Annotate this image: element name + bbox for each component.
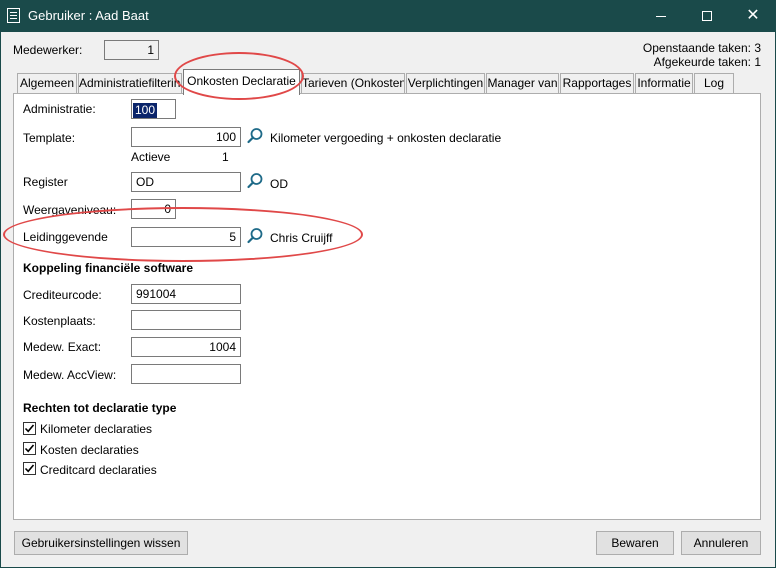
tab-rapportages[interactable]: Rapportages (560, 73, 634, 93)
weergaveniveau-label: Weergaveniveau: (23, 203, 117, 217)
title-bar: Gebruiker : Aad Baat ✕ (0, 0, 776, 32)
administratie-value: 100 (133, 103, 158, 118)
administratie-label: Administratie: (23, 102, 96, 116)
checkmark-icon (24, 444, 35, 453)
actieve-value: 1 (222, 150, 229, 164)
creditcard-checkbox-label[interactable]: Creditcard declaraties (40, 463, 157, 477)
close-button[interactable]: ✕ (730, 0, 776, 32)
tab-administratiefiltering[interactable]: Administratiefiltering (78, 73, 182, 93)
kostenplaats-field[interactable] (131, 310, 241, 330)
checkmark-icon (24, 424, 35, 433)
kosten-checkbox[interactable] (23, 442, 36, 455)
medew-exact-label: Medew. Exact: (23, 340, 102, 354)
tab-onkosten-declaratie[interactable]: Onkosten Declaratie (183, 69, 300, 95)
template-search-icon[interactable] (246, 127, 264, 145)
leidinggevende-field[interactable]: 5 (131, 227, 241, 247)
actieve-label: Actieve (131, 150, 171, 164)
rechten-section-title: Rechten tot declaratie type (23, 401, 177, 415)
medew-exact-field[interactable]: 1004 (131, 337, 241, 357)
medewerker-field[interactable]: 1 (104, 40, 159, 60)
template-description: Kilometer vergoeding + onkosten declarat… (270, 131, 502, 145)
maximize-button[interactable] (684, 0, 730, 32)
tab-verplichtingen[interactable]: Verplichtingen (406, 73, 485, 93)
administratie-field[interactable]: 100 (131, 99, 176, 119)
minimize-button[interactable] (638, 0, 684, 32)
register-description: OD (270, 177, 288, 191)
window-title: Gebruiker : Aad Baat (28, 8, 149, 23)
template-label: Template: (23, 131, 76, 145)
crediteurcode-label: Crediteurcode: (23, 288, 102, 302)
crediteurcode-field[interactable]: 991004 (131, 284, 241, 304)
tab-log[interactable]: Log (694, 73, 734, 93)
cancel-button[interactable]: Annuleren (681, 531, 761, 555)
maximize-icon (702, 11, 712, 21)
leidinggevende-search-icon[interactable] (246, 227, 264, 245)
medew-accview-field[interactable] (131, 364, 241, 384)
medewerker-label: Medewerker: (13, 43, 83, 57)
leidinggevende-label: Leidinggevende (23, 230, 108, 244)
tab-informatie[interactable]: Informatie (635, 73, 693, 93)
kilometer-checkbox-label[interactable]: Kilometer declaraties (40, 422, 152, 436)
tab-manager-van[interactable]: Manager van (486, 73, 559, 93)
form-icon (7, 8, 20, 23)
kostenplaats-label: Kostenplaats: (23, 314, 96, 328)
register-label: Register (23, 175, 68, 189)
openstaande-taken: Openstaande taken: 3 (642, 41, 761, 55)
afgekeurde-taken: Afgekeurde taken: 1 (653, 55, 761, 69)
tab-algemeen[interactable]: Algemeen (17, 73, 77, 93)
leidinggevende-description: Chris Cruijff (270, 231, 333, 245)
reset-settings-button[interactable]: Gebruikersinstellingen wissen (14, 531, 188, 555)
tab-tarieven-onkosten[interactable]: Tarieven (Onkosten) (301, 73, 405, 93)
creditcard-checkbox[interactable] (23, 462, 36, 475)
register-search-icon[interactable] (246, 172, 264, 190)
weergaveniveau-field[interactable]: 0 (131, 199, 176, 219)
template-field[interactable]: 100 (131, 127, 241, 147)
register-field[interactable]: OD (131, 172, 241, 192)
kilometer-checkbox[interactable] (23, 422, 36, 435)
kosten-checkbox-label[interactable]: Kosten declaraties (40, 443, 139, 457)
koppeling-section-title: Koppeling financiële software (23, 261, 194, 275)
save-button[interactable]: Bewaren (596, 531, 674, 555)
medew-accview-label: Medew. AccView: (23, 368, 117, 382)
checkmark-icon (24, 464, 35, 473)
close-icon: ✕ (746, 7, 760, 24)
minimize-icon (656, 15, 666, 17)
